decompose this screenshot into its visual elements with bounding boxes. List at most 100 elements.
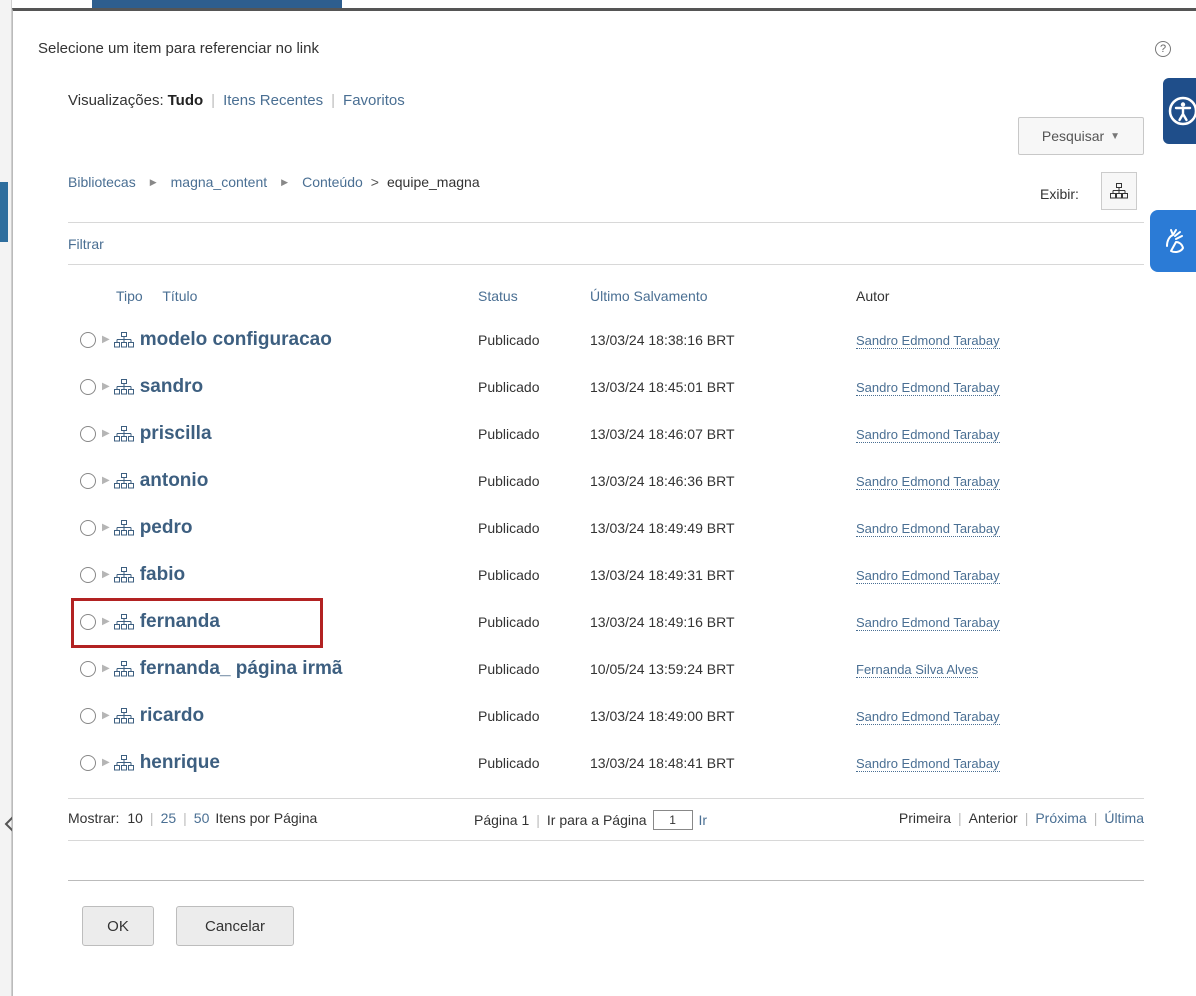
sitemap-icon — [113, 613, 134, 630]
expand-arrow-icon[interactable]: ▶ — [102, 428, 110, 439]
author-link[interactable]: Sandro Edmond Tarabay — [856, 567, 1000, 584]
background-page-edge — [0, 0, 12, 996]
per-page-label: Itens por Página — [215, 810, 318, 826]
header-title[interactable]: Título — [162, 288, 197, 304]
page-size-25[interactable]: 25 — [161, 810, 177, 826]
expand-arrow-icon[interactable]: ▶ — [102, 381, 110, 392]
author-link[interactable]: Sandro Edmond Tarabay — [856, 755, 1000, 772]
item-title-link[interactable]: pedro — [140, 517, 193, 539]
header-last-saved[interactable]: Último Salvamento — [590, 276, 856, 316]
breadcrumb-item-libraries[interactable]: Bibliotecas — [68, 174, 136, 190]
breadcrumb-item-magna-content[interactable]: magna_content — [171, 174, 268, 190]
item-title-link[interactable]: fernanda — [140, 611, 220, 633]
author-cell: Sandro Edmond Tarabay — [856, 457, 1144, 504]
search-dropdown-button[interactable]: Pesquisar ▼ — [1018, 117, 1144, 155]
page-size-50[interactable]: 50 — [194, 810, 210, 826]
select-radio[interactable] — [80, 519, 96, 536]
expand-arrow-icon[interactable]: ▶ — [102, 616, 110, 627]
type-title-wrapper: ▶ priscilla — [68, 423, 478, 445]
header-type[interactable]: Tipo — [68, 288, 143, 304]
item-title-link[interactable]: priscilla — [140, 423, 212, 445]
select-radio[interactable] — [80, 425, 96, 442]
table-row: ▶ henrique Publicado 13/03/24 18:48:41 BRT S… — [68, 739, 1144, 786]
table-row: ▶ fernanda Publicado 13/03/24 18:49:16 BRT S… — [68, 598, 1144, 645]
sitemap-icon — [113, 707, 134, 724]
accessibility-widget-button[interactable] — [1163, 78, 1196, 144]
item-title-link[interactable]: modelo configuracao — [140, 329, 332, 351]
author-link[interactable]: Sandro Edmond Tarabay — [856, 614, 1000, 631]
item-title-link[interactable]: ricardo — [140, 705, 204, 727]
author-cell: Fernanda Silva Alves — [856, 645, 1144, 692]
caret-down-icon: ▼ — [1110, 130, 1121, 142]
item-title-link[interactable]: antonio — [140, 470, 209, 492]
author-link[interactable]: Sandro Edmond Tarabay — [856, 426, 1000, 443]
sitemap-icon — [113, 472, 134, 489]
item-title-link[interactable]: sandro — [140, 376, 203, 398]
type-title-wrapper: ▶ henrique — [68, 752, 478, 774]
last-saved-cell: 13/03/24 18:49:49 BRT — [590, 519, 735, 536]
author-link[interactable]: Sandro Edmond Tarabay — [856, 708, 1000, 725]
breadcrumb-arrow-icon: ▶ — [281, 176, 289, 187]
view-favorites-tab[interactable]: Favoritos — [343, 92, 405, 109]
goto-page-input[interactable] — [652, 810, 693, 830]
last-page-link[interactable]: Última — [1104, 810, 1144, 826]
select-radio[interactable] — [80, 472, 96, 489]
select-radio[interactable] — [80, 707, 96, 724]
author-link[interactable]: Sandro Edmond Tarabay — [856, 520, 1000, 537]
expand-arrow-icon[interactable]: ▶ — [102, 522, 110, 533]
sign-language-widget-button[interactable] — [1150, 210, 1196, 272]
author-link[interactable]: Fernanda Silva Alves — [856, 661, 979, 678]
pager-separator: | — [536, 812, 540, 828]
author-link[interactable]: Sandro Edmond Tarabay — [856, 332, 1000, 349]
goto-page-button[interactable]: Ir — [699, 812, 708, 828]
cancel-button[interactable]: Cancelar — [176, 906, 294, 946]
pager-separator: | — [1024, 810, 1029, 826]
sitemap-icon — [113, 566, 134, 583]
background-page-marker — [0, 182, 8, 242]
sitemap-icon — [113, 660, 134, 677]
sitemap-icon — [113, 378, 134, 395]
status-cell: Publicado — [478, 331, 540, 348]
expand-arrow-icon[interactable]: ▶ — [102, 757, 110, 768]
view-recent-tab[interactable]: Itens Recentes — [223, 92, 323, 109]
author-cell: Sandro Edmond Tarabay — [856, 692, 1144, 739]
display-mode-button[interactable] — [1101, 172, 1137, 210]
help-icon[interactable]: ? — [1155, 41, 1171, 57]
next-page-link[interactable]: Próxima — [1035, 810, 1086, 826]
status-cell: Publicado — [478, 754, 540, 771]
expand-arrow-icon[interactable]: ▶ — [102, 475, 110, 486]
previous-page-link: Anterior — [968, 810, 1018, 826]
view-all-tab[interactable]: Tudo — [168, 92, 204, 109]
expand-arrow-icon[interactable]: ▶ — [102, 569, 110, 580]
breadcrumb-item-content[interactable]: Conteúdo — [302, 174, 363, 190]
item-title-link[interactable]: fernanda_ página irmã — [140, 658, 343, 680]
last-saved-cell: 13/03/24 18:46:07 BRT — [590, 425, 735, 442]
header-type-title: Tipo Título — [68, 276, 478, 316]
select-radio[interactable] — [80, 660, 96, 677]
status-cell: Publicado — [478, 519, 540, 536]
first-page-link: Primeira — [898, 810, 952, 826]
ok-button[interactable]: OK — [82, 906, 154, 946]
expand-arrow-icon[interactable]: ▶ — [102, 663, 110, 674]
select-radio[interactable] — [80, 378, 96, 395]
select-radio[interactable] — [80, 331, 96, 348]
select-radio[interactable] — [80, 566, 96, 583]
search-label: Pesquisar — [1041, 128, 1105, 144]
filter-link[interactable]: Filtrar — [68, 236, 104, 252]
divider — [68, 840, 1144, 841]
expand-arrow-icon[interactable]: ▶ — [102, 710, 110, 721]
author-cell: Sandro Edmond Tarabay — [856, 410, 1144, 457]
author-link[interactable]: Sandro Edmond Tarabay — [856, 473, 1000, 490]
select-radio[interactable] — [80, 613, 96, 630]
table-row: ▶ ricardo Publicado 13/03/24 18:49:00 BRT Sa… — [68, 692, 1144, 739]
header-status[interactable]: Status — [478, 276, 590, 316]
status-cell: Publicado — [478, 425, 540, 442]
item-title-link[interactable]: fabio — [140, 564, 185, 586]
dialog-title: Selecione um item para referenciar no li… — [38, 40, 319, 57]
expand-arrow-icon[interactable]: ▶ — [102, 334, 110, 345]
type-title-cell: ▶ antonio — [68, 457, 478, 504]
author-cell: Sandro Edmond Tarabay — [856, 504, 1144, 551]
select-radio[interactable] — [80, 754, 96, 771]
item-title-link[interactable]: henrique — [140, 752, 220, 774]
author-link[interactable]: Sandro Edmond Tarabay — [856, 379, 1000, 396]
